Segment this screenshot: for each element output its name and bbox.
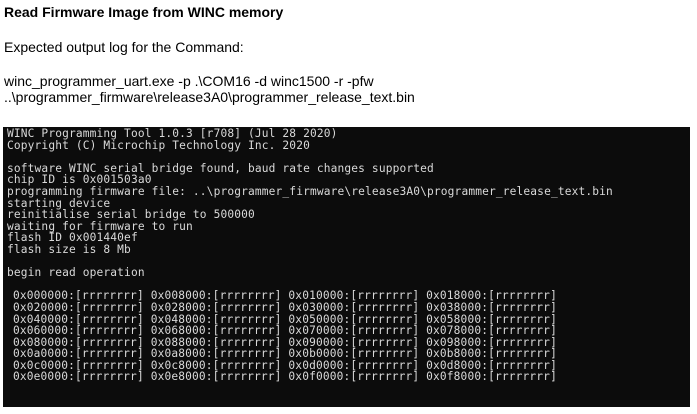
console-output: WINC Programming Tool 1.0.3 [r708] (Jul … — [3, 127, 690, 407]
memory-read-line: 0x060000:[rrrrrrrr] 0x068000:[rrrrrrrr] … — [13, 324, 557, 338]
console-log-line: flash size is 8 Mb — [7, 242, 131, 256]
command-line-2: ..\programmer_firmware\release3A0\progra… — [4, 89, 415, 105]
console-log-line: programming firmware file: ..\programmer… — [7, 184, 613, 198]
console-read-start-line: begin read operation — [7, 266, 145, 280]
command-line-1: winc_programmer_uart.exe -p .\COM16 -d w… — [4, 73, 374, 89]
document-heading: Read Firmware Image from WINC memory — [4, 4, 284, 20]
document-subtitle: Expected output log for the Command: — [4, 39, 244, 55]
console-header-line: Copyright (C) Microchip Technology Inc. … — [7, 138, 310, 152]
console-log-line: reinitialise serial bridge to 500000 — [7, 208, 255, 222]
memory-read-line: 0x0e0000:[rrrrrrrr] 0x0e8000:[rrrrrrrr] … — [13, 370, 557, 384]
console-header-line: WINC Programming Tool 1.0.3 [r708] (Jul … — [7, 127, 338, 140]
memory-read-line: 0x020000:[rrrrrrrr] 0x028000:[rrrrrrrr] … — [13, 300, 557, 314]
